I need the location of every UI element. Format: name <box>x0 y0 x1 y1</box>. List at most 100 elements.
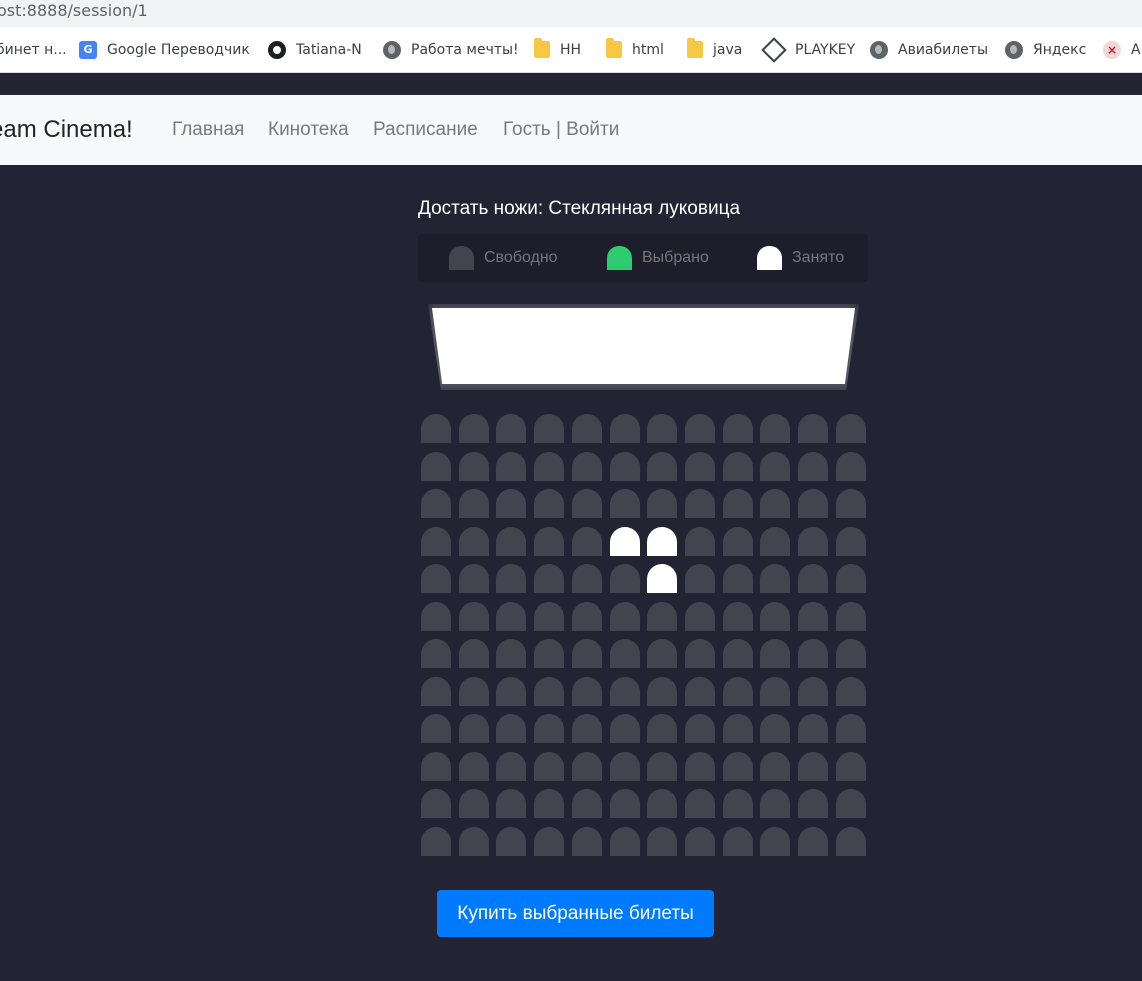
seat[interactable] <box>496 602 526 631</box>
seat[interactable] <box>610 452 640 481</box>
seat[interactable] <box>760 414 790 443</box>
bookmark-playkey[interactable]: PLAYKEY <box>761 27 855 72</box>
seat-occupied[interactable] <box>647 564 677 593</box>
seat[interactable] <box>760 452 790 481</box>
seat[interactable] <box>421 527 451 556</box>
seat[interactable] <box>760 564 790 593</box>
seat[interactable] <box>685 677 715 706</box>
seat[interactable] <box>760 827 790 856</box>
bookmark-folder-hh[interactable]: HH <box>534 27 581 72</box>
bookmark-folder-java[interactable]: java <box>687 27 742 72</box>
seat[interactable] <box>572 827 602 856</box>
seat[interactable] <box>798 602 828 631</box>
seat[interactable] <box>459 602 489 631</box>
seat[interactable] <box>685 639 715 668</box>
seat[interactable] <box>798 752 828 781</box>
seat[interactable] <box>760 789 790 818</box>
seat[interactable] <box>534 414 564 443</box>
bookmark-folder-html[interactable]: html <box>606 27 664 72</box>
seat[interactable] <box>610 714 640 743</box>
seat[interactable] <box>647 714 677 743</box>
seat[interactable] <box>572 414 602 443</box>
seat-occupied[interactable] <box>647 527 677 556</box>
seat[interactable] <box>459 714 489 743</box>
seat[interactable] <box>798 639 828 668</box>
seat[interactable] <box>798 414 828 443</box>
seat[interactable] <box>421 752 451 781</box>
seat[interactable] <box>723 639 753 668</box>
seat[interactable] <box>534 677 564 706</box>
seat[interactable] <box>496 752 526 781</box>
seat[interactable] <box>534 714 564 743</box>
seat[interactable] <box>647 452 677 481</box>
seat[interactable] <box>534 827 564 856</box>
seat[interactable] <box>685 789 715 818</box>
bookmark-rabota[interactable]: Работа мечты! <box>383 27 519 72</box>
seat[interactable] <box>798 827 828 856</box>
seat[interactable] <box>836 414 866 443</box>
brand-logo[interactable]: eam Cinema! <box>0 95 133 165</box>
seat[interactable] <box>459 489 489 518</box>
seat[interactable] <box>723 452 753 481</box>
seat[interactable] <box>798 527 828 556</box>
seat[interactable] <box>836 714 866 743</box>
seat[interactable] <box>572 714 602 743</box>
seat[interactable] <box>610 489 640 518</box>
seat[interactable] <box>836 639 866 668</box>
bookmark-google-translate[interactable]: G Google Переводчик <box>79 27 250 72</box>
seat[interactable] <box>647 752 677 781</box>
seat[interactable] <box>760 714 790 743</box>
seat[interactable] <box>685 602 715 631</box>
seat[interactable] <box>760 752 790 781</box>
seat[interactable] <box>610 752 640 781</box>
seat[interactable] <box>534 452 564 481</box>
seat[interactable] <box>421 714 451 743</box>
seat[interactable] <box>534 752 564 781</box>
seat[interactable] <box>459 452 489 481</box>
seat[interactable] <box>798 677 828 706</box>
seat[interactable] <box>685 827 715 856</box>
seat[interactable] <box>723 602 753 631</box>
seat[interactable] <box>836 489 866 518</box>
seat[interactable] <box>459 677 489 706</box>
seat[interactable] <box>685 414 715 443</box>
seat[interactable] <box>836 602 866 631</box>
seat[interactable] <box>610 639 640 668</box>
seat[interactable] <box>836 827 866 856</box>
seat[interactable] <box>572 789 602 818</box>
seat[interactable] <box>572 489 602 518</box>
seat[interactable] <box>421 452 451 481</box>
seat[interactable] <box>647 414 677 443</box>
seat[interactable] <box>496 414 526 443</box>
seat[interactable] <box>459 527 489 556</box>
bookmark-item[interactable]: бинет н... <box>0 27 67 72</box>
seat[interactable] <box>496 789 526 818</box>
seat[interactable] <box>685 564 715 593</box>
seat[interactable] <box>647 489 677 518</box>
bookmark-yandex[interactable]: Яндекс <box>1005 27 1086 72</box>
seat[interactable] <box>836 527 866 556</box>
seat[interactable] <box>798 564 828 593</box>
seat[interactable] <box>496 677 526 706</box>
seat[interactable] <box>496 527 526 556</box>
seat[interactable] <box>798 489 828 518</box>
seat[interactable] <box>421 564 451 593</box>
seat[interactable] <box>496 714 526 743</box>
seat[interactable] <box>610 827 640 856</box>
seat[interactable] <box>421 677 451 706</box>
seat[interactable] <box>836 452 866 481</box>
seat[interactable] <box>647 602 677 631</box>
seat[interactable] <box>723 414 753 443</box>
seat[interactable] <box>798 789 828 818</box>
seat[interactable] <box>798 452 828 481</box>
seat[interactable] <box>572 752 602 781</box>
seat[interactable] <box>421 789 451 818</box>
seat[interactable] <box>421 827 451 856</box>
nav-link-schedule[interactable]: Расписание <box>373 95 478 165</box>
seat[interactable] <box>610 789 640 818</box>
bookmark-aviabilety[interactable]: Авиабилеты <box>870 27 988 72</box>
seat[interactable] <box>760 677 790 706</box>
address-bar[interactable]: ost:8888/session/1 <box>0 0 1142 27</box>
seat[interactable] <box>798 714 828 743</box>
seat[interactable] <box>459 789 489 818</box>
